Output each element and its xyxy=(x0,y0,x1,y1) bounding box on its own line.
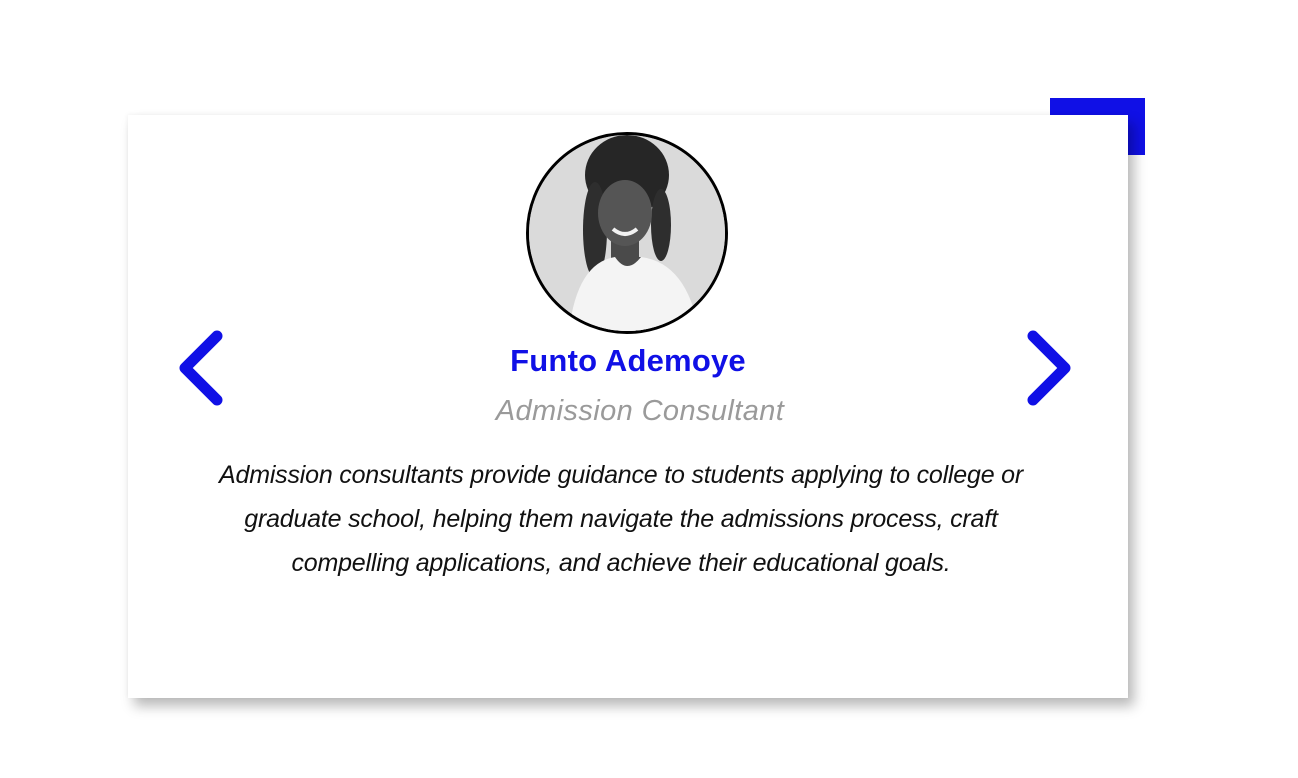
person-role: Admission Consultant xyxy=(495,395,785,427)
testimonial-card: Funto Ademoye Admission Consultant Admis… xyxy=(128,115,1128,698)
person-name: Funto Ademoye xyxy=(510,343,746,378)
testimonial-text: Admission consultants provide guidance t… xyxy=(219,461,1023,577)
testimonial-section: Funto Ademoye Admission Consultant Admis… xyxy=(0,0,1298,778)
avatar xyxy=(526,132,728,334)
person-portrait-icon xyxy=(529,135,725,331)
